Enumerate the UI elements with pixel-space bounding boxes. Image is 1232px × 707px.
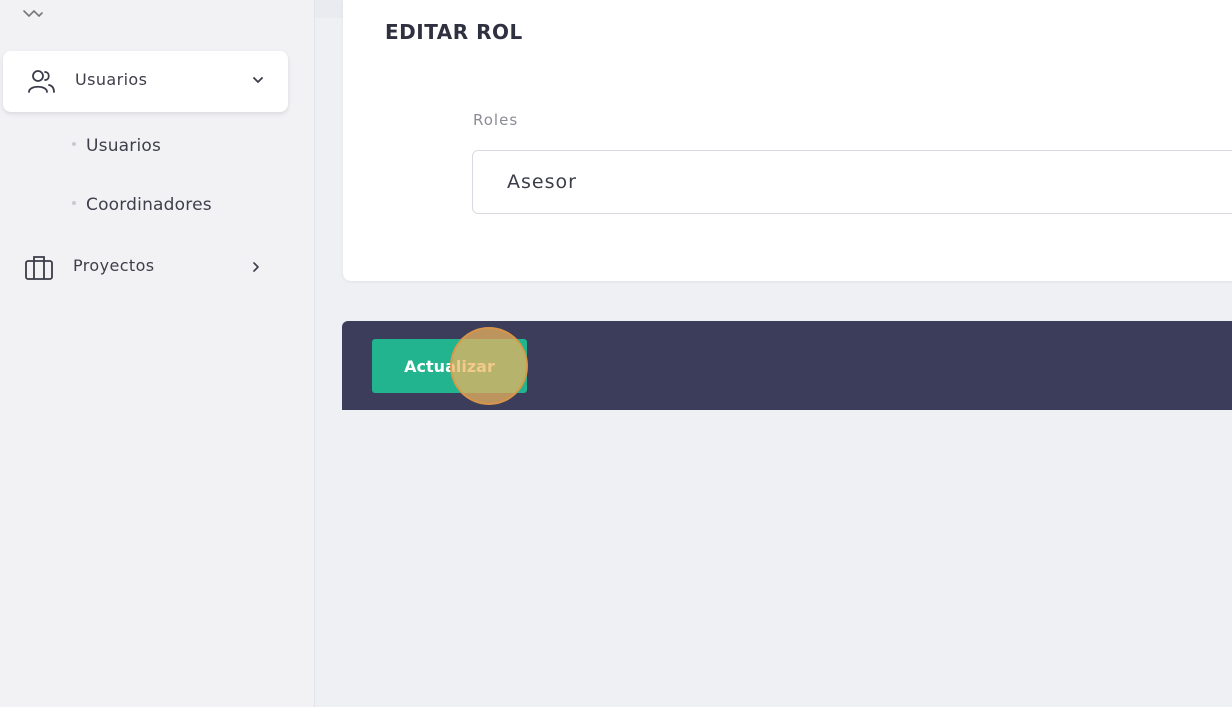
roles-select-value: Asesor	[507, 171, 577, 193]
sidebar: Usuarios Usuarios Coordinadores Proyecto…	[0, 0, 315, 707]
briefcase-icon	[25, 256, 53, 280]
sidebar-subitem-label: Coordinadores	[86, 195, 212, 215]
chevron-right-icon	[253, 262, 259, 272]
roles-select[interactable]: Asesor	[472, 150, 1232, 214]
sidebar-item-usuarios[interactable]: Usuarios	[3, 51, 288, 112]
menu-item-icon	[23, 9, 43, 18]
sidebar-item-label: Proyectos	[73, 256, 155, 275]
edit-role-card: EDITAR ROL Roles Asesor	[343, 0, 1232, 281]
chevron-down-icon	[253, 77, 263, 83]
roles-label: Roles	[473, 111, 519, 129]
sidebar-subitem-label: Usuarios	[86, 136, 162, 156]
sidebar-subitem-usuarios[interactable]: Usuarios	[72, 136, 161, 156]
users-icon	[28, 70, 55, 93]
sidebar-subitem-coordinadores[interactable]: Coordinadores	[72, 195, 212, 215]
bullet-icon	[72, 201, 76, 205]
page-title: EDITAR ROL	[385, 20, 523, 44]
sidebar-item-proyectos[interactable]: Proyectos	[0, 248, 300, 284]
bullet-icon	[72, 142, 76, 146]
action-bar: Actualizar	[342, 321, 1232, 410]
update-button[interactable]: Actualizar	[372, 339, 527, 393]
sidebar-item-label: Usuarios	[75, 70, 148, 89]
